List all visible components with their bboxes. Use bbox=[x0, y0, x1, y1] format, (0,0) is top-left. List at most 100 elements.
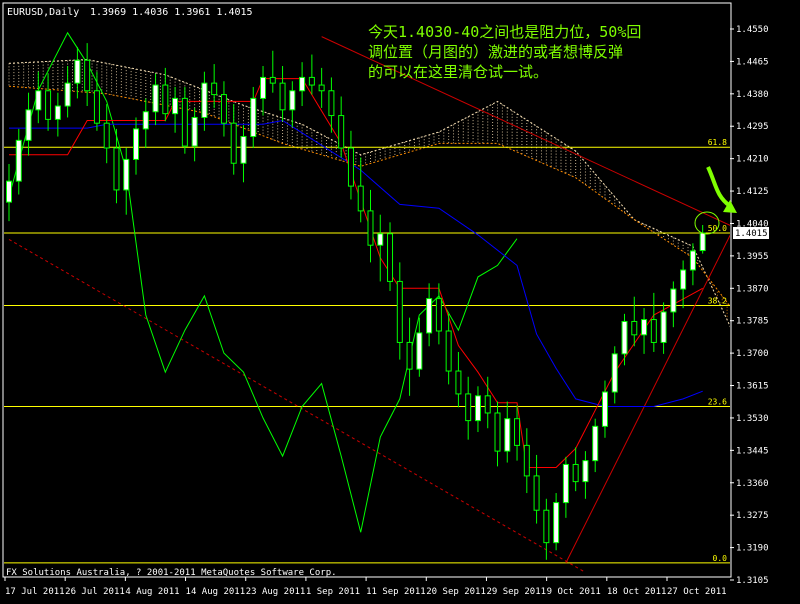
candle-body bbox=[279, 82, 286, 111]
candle-body bbox=[64, 82, 71, 107]
candle-body bbox=[318, 84, 325, 92]
fib-label: 61.8 bbox=[708, 138, 727, 147]
candle-body bbox=[553, 502, 560, 544]
y-tick-label: 1.3105 bbox=[736, 576, 769, 586]
candle-body bbox=[6, 180, 12, 203]
candle-body bbox=[84, 59, 91, 92]
candle-body bbox=[211, 82, 218, 96]
candle-body bbox=[162, 84, 169, 115]
y-tick-label: 1.3955 bbox=[736, 252, 769, 262]
candle-body bbox=[406, 341, 413, 370]
candle-body bbox=[260, 76, 267, 99]
candle-body bbox=[514, 418, 521, 446]
candle-body bbox=[142, 111, 149, 130]
candle-body bbox=[328, 90, 335, 117]
candle-body bbox=[562, 463, 569, 504]
candle-body bbox=[387, 233, 394, 282]
y-tick-label: 1.3785 bbox=[736, 317, 769, 327]
candle-body bbox=[689, 250, 696, 271]
annotation-line-2: 调位置（月图的）激进的或者想博反弹 bbox=[368, 43, 623, 61]
candle-body bbox=[220, 94, 227, 124]
chart-svg: EURUSD,Daily 1.3969 1.4036 1.3961 1.4015… bbox=[2, 2, 769, 597]
time-axis: 17 Jul 2011 26 Jul 2011 4 Aug 2011 14 Aug 2… bbox=[4, 577, 727, 597]
x-tick-label: 26 Jul 2011 bbox=[65, 587, 125, 597]
candle-body bbox=[240, 136, 247, 164]
candle-body bbox=[426, 298, 433, 334]
y-tick-label: 1.4465 bbox=[736, 57, 769, 67]
candle-body bbox=[347, 147, 354, 187]
candle-body bbox=[465, 393, 472, 422]
fib-label: 23.6 bbox=[708, 398, 727, 407]
x-tick-label: 4 Aug 2011 bbox=[125, 587, 179, 597]
candle-body bbox=[338, 115, 345, 149]
candle-body bbox=[416, 332, 423, 370]
candle-body bbox=[474, 395, 481, 422]
x-tick-label: 27 Oct 2011 bbox=[667, 587, 727, 597]
y-tick-label: 1.3190 bbox=[736, 544, 769, 554]
candle-body bbox=[357, 185, 364, 212]
y-tick-label: 1.4380 bbox=[736, 90, 769, 100]
candle-body bbox=[133, 128, 140, 160]
candle-body bbox=[269, 76, 276, 84]
candle-body bbox=[494, 412, 501, 452]
candle-body bbox=[445, 330, 452, 372]
y-tick-label: 1.4125 bbox=[736, 187, 769, 197]
y-tick-label: 1.3445 bbox=[736, 446, 769, 456]
candle-body bbox=[396, 280, 403, 343]
candle-body bbox=[15, 139, 22, 182]
candle-body bbox=[504, 418, 511, 452]
x-tick-label: 17 Jul 2011 bbox=[5, 587, 65, 597]
x-tick-label: 29 Sep 2011 bbox=[486, 587, 546, 597]
y-tick-label: 1.3275 bbox=[736, 511, 769, 521]
candle-body bbox=[367, 210, 374, 246]
candle-body bbox=[103, 122, 110, 149]
candle-body bbox=[484, 395, 491, 414]
candle-body bbox=[572, 463, 579, 483]
candle-body bbox=[35, 90, 42, 111]
candle-body bbox=[592, 425, 599, 462]
candle-body bbox=[181, 97, 188, 147]
plot-frame bbox=[2, 2, 732, 578]
candle-body bbox=[435, 298, 442, 332]
ohlc-label: 1.3969 1.4036 1.3961 1.4015 bbox=[90, 7, 253, 18]
candle-body bbox=[74, 59, 81, 84]
copyright-footer: FX Solutions Australia, ? 2001-2011 Meta… bbox=[6, 568, 337, 578]
candle-body bbox=[289, 90, 296, 111]
candle-body bbox=[533, 475, 540, 511]
candle-body bbox=[582, 460, 589, 483]
candle-body bbox=[113, 147, 120, 191]
fib-label: 0.0 bbox=[713, 554, 728, 563]
candle-body bbox=[191, 116, 198, 147]
candle-body bbox=[650, 319, 657, 343]
chart-root: EURUSD,Daily 1.3969 1.4036 1.3961 1.4015… bbox=[0, 0, 800, 600]
y-tick-label: 1.4210 bbox=[736, 155, 769, 165]
candle-body bbox=[45, 90, 52, 120]
candle-body bbox=[641, 319, 648, 336]
candle-body bbox=[631, 320, 638, 336]
candle-body bbox=[230, 122, 237, 164]
x-tick-label: 11 Sep 2011 bbox=[366, 587, 426, 597]
y-tick-label: 1.3530 bbox=[736, 414, 769, 424]
x-tick-label: 14 Aug 2011 bbox=[186, 587, 246, 597]
candle-body bbox=[601, 391, 608, 427]
candle-body bbox=[25, 109, 32, 141]
y-tick-label: 1.4550 bbox=[736, 25, 769, 35]
y-tick-label: 1.4295 bbox=[736, 122, 769, 132]
candle-body bbox=[660, 311, 667, 343]
y-tick-label: 1.3700 bbox=[736, 349, 769, 359]
candle-body bbox=[54, 105, 61, 120]
candle-body bbox=[93, 90, 100, 124]
x-tick-label: 18 Oct 2011 bbox=[607, 587, 667, 597]
y-tick-label: 1.3870 bbox=[736, 284, 769, 294]
candle-body bbox=[699, 232, 706, 252]
candle-body bbox=[250, 97, 257, 138]
candle-body bbox=[621, 320, 628, 355]
candle-body bbox=[152, 84, 159, 113]
candle-body bbox=[543, 509, 550, 544]
candle-body bbox=[172, 97, 179, 115]
candle-body bbox=[455, 370, 462, 395]
fib-label: 38.2 bbox=[708, 296, 727, 305]
x-tick-label: 1 Sep 2011 bbox=[306, 587, 360, 597]
candle-body bbox=[299, 76, 306, 92]
y-tick-label: 1.3615 bbox=[736, 382, 769, 392]
